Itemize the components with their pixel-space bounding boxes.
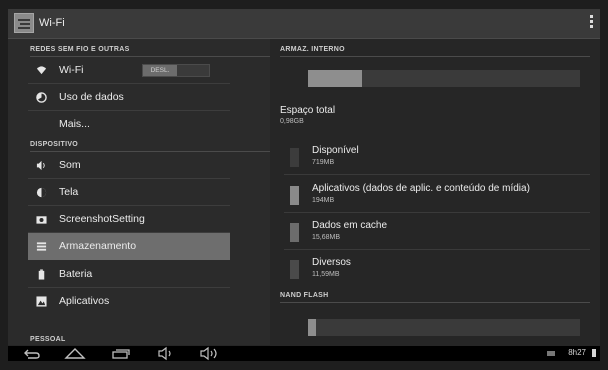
storage-row-available[interactable]: Disponível 719MB [284, 138, 590, 175]
storage-row-apps[interactable]: Aplicativos (dados de aplic. e conteúdo … [284, 176, 590, 213]
sidebar-item-label: Wi-Fi [59, 64, 84, 76]
volume-down-icon[interactable] [156, 346, 176, 361]
sidebar-item-apps[interactable]: Aplicativos [28, 288, 230, 315]
battery-status-icon[interactable] [592, 349, 596, 357]
sidebar-item-label: ScreenshotSetting [59, 213, 145, 225]
total-space-value: 0,98GB [280, 118, 304, 125]
total-space-label: Espaço total [280, 105, 336, 116]
internal-storage-used [308, 70, 363, 87]
speaker-icon [36, 160, 45, 171]
recent-apps-icon[interactable] [110, 346, 132, 361]
storage-row-value: 11,59MB [312, 271, 340, 278]
settings-list: REDES SEM FIO E OUTRAS Wi-Fi DESL. Uso d… [8, 39, 270, 345]
legend-swatch [290, 223, 299, 242]
nand-flash-header: NAND FLASH [280, 292, 329, 299]
battery-icon [38, 269, 45, 280]
storage-icon [36, 242, 47, 251]
wifi-toggle[interactable]: DESL. [142, 64, 210, 77]
storage-row-label: Disponível [312, 145, 359, 156]
tablet-screen: Wi-Fi REDES SEM FIO E OUTRAS Wi-Fi DESL.… [8, 9, 600, 361]
sidebar-item-display[interactable]: Tela [28, 179, 230, 206]
storage-row-value: 194MB [312, 197, 335, 204]
storage-row-label: Aplicativos (dados de aplic. e conteúdo … [312, 183, 530, 194]
section-divider [280, 302, 590, 303]
section-divider [280, 56, 590, 57]
storage-row-value: 15,68MB [312, 234, 341, 241]
apps-icon [36, 296, 47, 307]
clock[interactable]: 8h27 [568, 348, 586, 357]
sidebar-item-battery[interactable]: Bateria [28, 261, 230, 288]
legend-swatch [290, 186, 299, 205]
sidebar-item-storage[interactable]: Armazenamento [28, 233, 230, 260]
storage-row-label: Diversos [312, 257, 351, 268]
storage-details: ARMAZ. INTERNO Espaço total 0,98GB Dispo… [270, 39, 600, 345]
volume-up-icon[interactable] [198, 346, 222, 361]
data-usage-icon [36, 92, 47, 103]
section-header-device: DISPOSITIVO [30, 141, 79, 148]
nand-storage-bar [308, 319, 580, 336]
sidebar-item-label: Mais... [59, 118, 90, 130]
internal-storage-header: ARMAZ. INTERNO [280, 46, 345, 53]
section-header-wireless: REDES SEM FIO E OUTRAS [30, 46, 130, 53]
system-nav-bar: 8h27 [8, 346, 600, 361]
back-icon[interactable] [22, 346, 42, 361]
sidebar-item-label: Som [59, 159, 81, 171]
sidebar-item-label: Aplicativos [59, 295, 110, 307]
camera-icon [36, 216, 47, 224]
storage-row-value: 719MB [312, 159, 335, 166]
storage-row-misc[interactable]: Diversos 11,59MB [284, 250, 590, 287]
sidebar-item-label: Bateria [59, 268, 93, 280]
sidebar-item-screenshot[interactable]: ScreenshotSetting [28, 206, 230, 233]
legend-swatch [290, 260, 299, 279]
sidebar-item-label: Uso de dados [59, 91, 124, 103]
storage-row-label: Dados em cache [312, 220, 388, 231]
overflow-menu-icon[interactable] [588, 15, 594, 31]
display-icon [36, 187, 47, 198]
storage-row-cache[interactable]: Dados em cache 15,68MB [284, 213, 590, 250]
sidebar-item-wifi[interactable]: Wi-Fi DESL. [28, 57, 230, 84]
legend-swatch [290, 148, 299, 167]
sidebar-item-data-usage[interactable]: Uso de dados [28, 84, 230, 111]
settings-sliders-icon[interactable] [14, 13, 34, 33]
home-icon[interactable] [64, 346, 86, 361]
section-header-personal: PESSOAL [30, 336, 66, 343]
internal-storage-bar [308, 70, 580, 87]
wifi-icon [36, 66, 47, 75]
notification-icon[interactable] [547, 351, 555, 356]
sidebar-item-label: Tela [59, 186, 79, 198]
sidebar-item-label: Armazenamento [59, 240, 137, 252]
sidebar-item-sound[interactable]: Som [28, 152, 230, 179]
sidebar-item-more[interactable]: Mais... [28, 111, 230, 138]
page-title: Wi-Fi [39, 17, 65, 29]
toggle-label: DESL. [143, 65, 177, 76]
nand-storage-used [308, 319, 317, 336]
action-bar: Wi-Fi [8, 9, 600, 39]
